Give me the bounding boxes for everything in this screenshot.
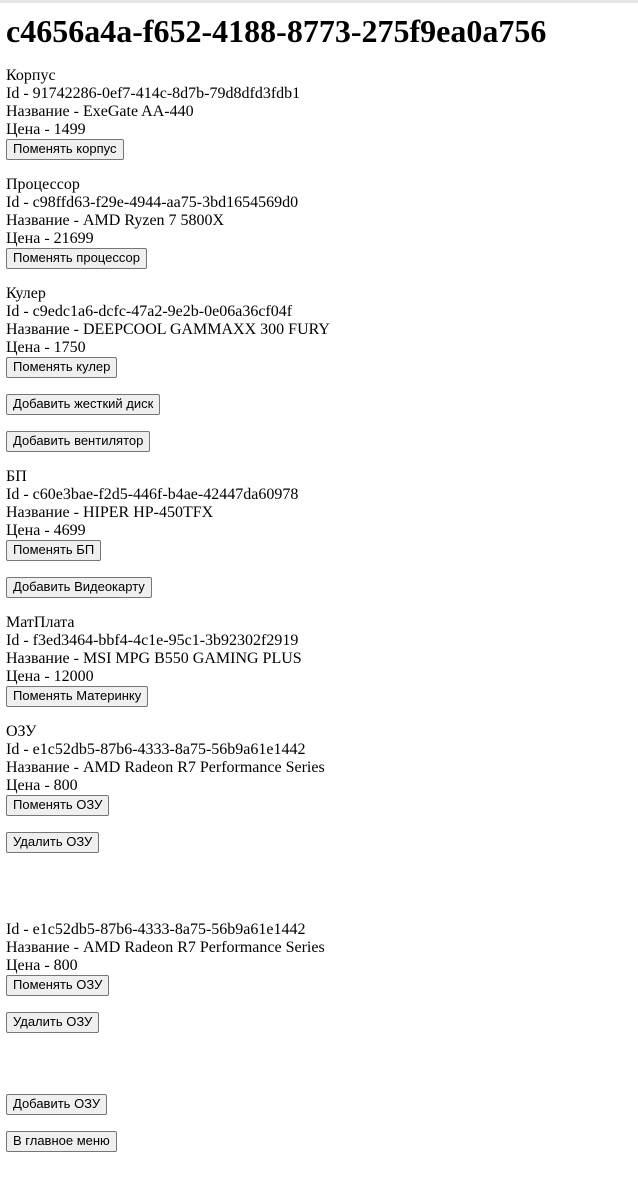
motherboard-id: Id - f3ed3464-bbf4-4c1e-95c1-3b92302f291… — [6, 632, 299, 649]
change-motherboard-button[interactable]: Поменять Материнку — [6, 686, 149, 707]
change-psu-button[interactable]: Поменять БП — [6, 540, 102, 561]
cooler-name: Название - DEEPCOOL GAMMAXX 300 FURY — [6, 321, 330, 338]
ram-module: Id - e1c52db5-87b6-4333-8a75-56b9a61e144… — [6, 741, 632, 853]
ram-id: Id - e1c52db5-87b6-4333-8a75-56b9a61e144… — [6, 741, 306, 758]
change-cpu-button[interactable]: Поменять процессор — [6, 248, 147, 269]
case-id: Id - 91742286-0ef7-414c-8d7b-79d8dfd3fdb… — [6, 85, 301, 102]
cpu-name: Название - AMD Ryzen 7 5800X — [6, 212, 225, 229]
case-price: Цена - 1499 — [6, 121, 86, 138]
ram-heading: ОЗУ — [6, 723, 37, 740]
change-cooler-button[interactable]: Поменять кулер — [6, 357, 118, 378]
ram-price: Цена - 800 — [6, 957, 78, 974]
psu-name: Название - HIPER HP-450TFX — [6, 504, 214, 521]
cpu-price: Цена - 21699 — [6, 230, 94, 247]
ram-module: Id - e1c52db5-87b6-4333-8a75-56b9a61e144… — [6, 921, 632, 1033]
cooler-price: Цена - 1750 — [6, 339, 86, 356]
delete-ram-button[interactable]: Удалить ОЗУ — [6, 1012, 100, 1033]
motherboard-name: Название - MSI MPG B550 GAMING PLUS — [6, 650, 302, 667]
cooler-id: Id - c9edc1a6-dcfc-47a2-9e2b-0e06a36cf04… — [6, 303, 293, 320]
motherboard-price: Цена - 12000 — [6, 668, 94, 685]
add-hdd-button[interactable]: Добавить жесткий диск — [6, 394, 161, 415]
psu-heading: БП — [6, 468, 27, 485]
page-title: c4656a4a-f652-4188-8773-275f9ea0a756 — [6, 13, 547, 49]
add-ram-button[interactable]: Добавить ОЗУ — [6, 1094, 108, 1115]
ram-id: Id - e1c52db5-87b6-4333-8a75-56b9a61e144… — [6, 921, 306, 938]
main-menu-button[interactable]: В главное меню — [6, 1131, 117, 1152]
cpu-section: Процессор Id - c98ffd63-f29e-4944-aa75-3… — [6, 176, 632, 269]
ram-price: Цена - 800 — [6, 777, 78, 794]
psu-id: Id - c60e3bae-f2d5-446f-b4ae-42447da6097… — [6, 486, 299, 503]
ram-section: ОЗУ Id - e1c52db5-87b6-4333-8a75-56b9a61… — [6, 723, 632, 1033]
psu-price: Цена - 4699 — [6, 522, 86, 539]
change-ram-button[interactable]: Поменять ОЗУ — [6, 795, 110, 816]
delete-ram-button[interactable]: Удалить ОЗУ — [6, 832, 100, 853]
case-heading: Корпус — [6, 67, 56, 84]
case-name: Название - ExeGate AA-440 — [6, 103, 194, 120]
psu-section: БП Id - c60e3bae-f2d5-446f-b4ae-42447da6… — [6, 468, 632, 561]
cpu-id: Id - c98ffd63-f29e-4944-aa75-3bd1654569d… — [6, 194, 299, 211]
build-page: c4656a4a-f652-4188-8773-275f9ea0a756 Кор… — [6, 0, 632, 1152]
cooler-section: Кулер Id - c9edc1a6-dcfc-47a2-9e2b-0e06a… — [6, 285, 632, 378]
motherboard-section: МатПлата Id - f3ed3464-bbf4-4c1e-95c1-3b… — [6, 614, 632, 707]
cpu-heading: Процессор — [6, 176, 80, 193]
ram-name: Название - AMD Radeon R7 Performance Ser… — [6, 939, 325, 956]
ram-name: Название - AMD Radeon R7 Performance Ser… — [6, 759, 325, 776]
add-fan-button[interactable]: Добавить вентилятор — [6, 431, 151, 452]
add-gpu-button[interactable]: Добавить Видеокарту — [6, 577, 152, 598]
change-ram-button[interactable]: Поменять ОЗУ — [6, 975, 110, 996]
case-section: Корпус Id - 91742286-0ef7-414c-8d7b-79d8… — [6, 67, 632, 160]
cooler-heading: Кулер — [6, 285, 46, 302]
motherboard-heading: МатПлата — [6, 614, 75, 631]
change-case-button[interactable]: Поменять корпус — [6, 139, 124, 160]
